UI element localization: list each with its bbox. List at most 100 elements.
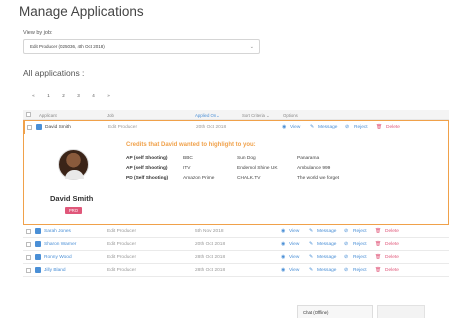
delete-link[interactable]: Delete <box>385 242 399 247</box>
view-link[interactable]: View <box>289 255 299 260</box>
eye-icon[interactable]: ◉ <box>281 255 285 260</box>
job-select-value: Edit Producer (025036, 4th Oct 2018) <box>30 44 105 49</box>
credit-role: PD (Self Shooting) <box>126 176 169 181</box>
table-row[interactable]: Ronny Wood Edit Producer 28th Oct 2018 ◉… <box>23 251 449 264</box>
chevron-down-icon: ⌄ <box>216 113 220 118</box>
user-icon <box>36 124 42 130</box>
delete-link[interactable]: Delete <box>386 125 400 130</box>
page-1[interactable]: 1 <box>42 92 55 100</box>
view-link[interactable]: View <box>290 125 300 130</box>
applicant-name[interactable]: Sharon Warner <box>44 242 76 247</box>
user-icon <box>35 241 41 247</box>
credit-company: CHALK.TV <box>237 176 261 181</box>
reject-icon[interactable]: ⊘ <box>344 255 348 260</box>
message-link[interactable]: Message <box>318 125 337 130</box>
trash-icon[interactable]: 🗑 <box>375 242 381 247</box>
applied-date: 28th Oct 2018 <box>195 268 226 273</box>
credit-channel: ITV <box>183 166 191 171</box>
pencil-icon[interactable]: ✎ <box>309 255 313 260</box>
table-row[interactable]: David Smith Edit Producer 20th Oct 2018 … <box>23 121 448 134</box>
delete-link[interactable]: Delete <box>385 255 399 260</box>
chevron-down-icon: ⌄ <box>249 44 254 50</box>
reject-link[interactable]: Reject <box>354 125 368 130</box>
applied-date: 5th Nov 2018 <box>195 229 224 234</box>
avatar <box>58 149 89 180</box>
header-applied-on[interactable]: Applied On <box>195 113 216 118</box>
message-link[interactable]: Message <box>317 229 336 234</box>
page-2[interactable]: 2 <box>57 92 70 100</box>
chat-tab-secondary[interactable] <box>377 305 425 318</box>
applicant-name[interactable]: Sarah Jones <box>44 229 71 234</box>
row-checkbox[interactable] <box>26 242 31 247</box>
pencil-icon[interactable]: ✎ <box>309 229 313 234</box>
message-link[interactable]: Message <box>317 242 336 247</box>
user-icon <box>35 267 41 273</box>
delete-link[interactable]: Delete <box>385 229 399 234</box>
job-select[interactable]: Edit Producer (025036, 4th Oct 2018) ⌄ <box>23 39 260 54</box>
applications-table: Applicant Job Applied On ⌄ Sort Criteria… <box>23 110 449 277</box>
select-all-checkbox[interactable] <box>26 112 31 117</box>
view-link[interactable]: View <box>289 268 299 273</box>
trash-icon[interactable]: 🗑 <box>375 229 381 234</box>
reject-icon[interactable]: ⊘ <box>345 125 349 130</box>
reject-link[interactable]: Reject <box>353 268 367 273</box>
page-next[interactable]: » <box>102 92 115 100</box>
table-row[interactable]: Sharon Warner Edit Producer 20th Oct 201… <box>23 238 449 251</box>
page-title: Manage Applications <box>19 4 144 19</box>
applicant-name[interactable]: David Smith <box>45 125 71 130</box>
pencil-icon[interactable]: ✎ <box>309 268 313 273</box>
credit-company: Sun Dog <box>237 156 256 161</box>
chat-tab[interactable]: Chat (Offline) <box>297 305 373 318</box>
applicant-detail: David Smith PRO Credits that David wante… <box>24 134 448 224</box>
applicant-name[interactable]: Ronny Wood <box>44 255 72 260</box>
row-checkbox[interactable] <box>27 125 32 130</box>
header-applicant[interactable]: Applicant <box>39 113 57 118</box>
user-icon <box>35 228 41 234</box>
job-title: Edit Producer <box>107 255 137 260</box>
credit-title: The world we forget <box>297 176 340 181</box>
credits-title: Credits that David wanted to highlight t… <box>126 142 256 148</box>
message-link[interactable]: Message <box>317 268 336 273</box>
reject-link[interactable]: Reject <box>353 229 367 234</box>
header-job[interactable]: Job <box>107 113 114 118</box>
page-prev[interactable]: « <box>27 92 40 100</box>
chevron-down-icon: ⌄ <box>266 113 270 118</box>
trash-icon[interactable]: 🗑 <box>375 255 381 260</box>
eye-icon[interactable]: ◉ <box>281 242 285 247</box>
applicant-name[interactable]: Jilly Bland <box>44 268 66 273</box>
credit-role: AP (self Shooting) <box>126 166 168 171</box>
reject-icon[interactable]: ⊘ <box>344 242 348 247</box>
credit-title: Ambulance 999 <box>297 166 331 171</box>
job-title: Edit Producer <box>108 125 138 130</box>
credit-company: Endemol Shine UK <box>237 166 278 171</box>
reject-link[interactable]: Reject <box>353 255 367 260</box>
reject-icon[interactable]: ⊘ <box>344 268 348 273</box>
trash-icon[interactable]: 🗑 <box>376 125 382 130</box>
pencil-icon[interactable]: ✎ <box>309 242 313 247</box>
pro-badge: PRO <box>65 207 82 214</box>
page-3[interactable]: 3 <box>72 92 85 100</box>
eye-icon[interactable]: ◉ <box>281 229 285 234</box>
reject-link[interactable]: Reject <box>353 242 367 247</box>
view-link[interactable]: View <box>289 229 299 234</box>
pencil-icon[interactable]: ✎ <box>310 125 314 130</box>
header-sort-criteria[interactable]: Sort Criteria <box>242 113 265 118</box>
header-options: Options <box>283 113 298 118</box>
delete-link[interactable]: Delete <box>385 268 399 273</box>
view-link[interactable]: View <box>289 242 299 247</box>
row-checkbox[interactable] <box>26 268 31 273</box>
trash-icon[interactable]: 🗑 <box>375 268 381 273</box>
table-row[interactable]: Jilly Bland Edit Producer 28th Oct 2018 … <box>23 264 449 277</box>
reject-icon[interactable]: ⊘ <box>344 229 348 234</box>
row-checkbox[interactable] <box>26 255 31 260</box>
credit-channel: BBC <box>183 156 193 161</box>
table-row[interactable]: Sarah Jones Edit Producer 5th Nov 2018 ◉… <box>23 225 449 238</box>
eye-icon[interactable]: ◉ <box>282 125 286 130</box>
eye-icon[interactable]: ◉ <box>281 268 285 273</box>
page-4[interactable]: 4 <box>87 92 100 100</box>
row-checkbox[interactable] <box>26 229 31 234</box>
expanded-application: David Smith Edit Producer 20th Oct 2018 … <box>23 120 449 225</box>
pagination: « 1 2 3 4 » <box>27 92 115 100</box>
chat-label: Chat (Offline) <box>303 310 329 315</box>
message-link[interactable]: Message <box>317 255 336 260</box>
